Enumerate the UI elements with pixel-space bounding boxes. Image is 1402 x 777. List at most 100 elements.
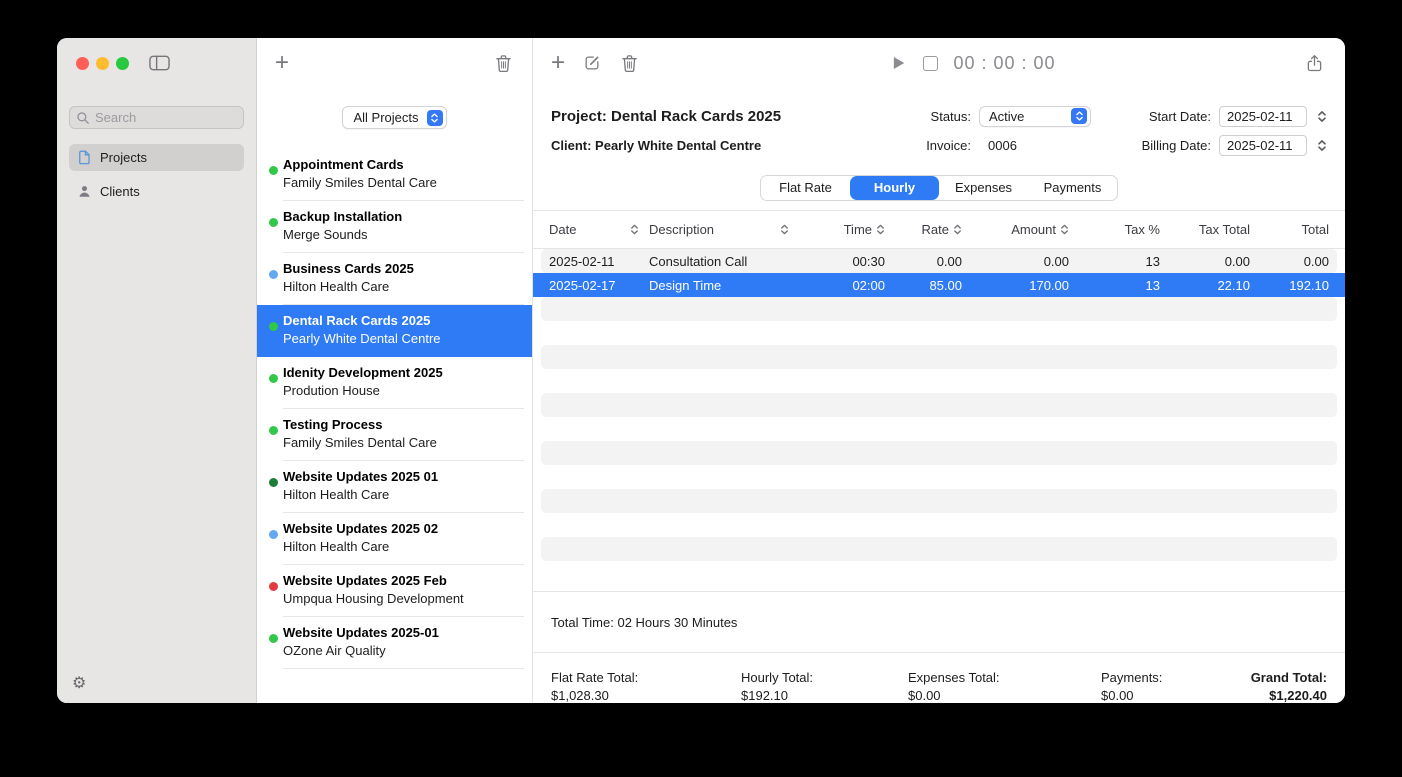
status-label: Status: xyxy=(931,109,971,124)
billing-date-input[interactable]: 2025-02-11 xyxy=(1219,135,1307,156)
project-list-item[interactable]: Testing Process Family Smiles Dental Car… xyxy=(257,409,532,461)
detail-toolbar: + 00 : 00 : 00 xyxy=(533,38,1345,88)
person-icon xyxy=(77,184,92,199)
project-status-dot xyxy=(269,374,278,383)
edit-entry-button[interactable] xyxy=(582,53,602,73)
column-label: Time xyxy=(844,222,872,237)
empty-row xyxy=(541,417,1337,441)
project-title: Project: Dental Rack Cards 2025 xyxy=(551,101,877,131)
cell-tax-total: 22.10 xyxy=(1160,278,1250,293)
popup-stepper-icon xyxy=(1071,108,1087,124)
cell-total: 0.00 xyxy=(1250,254,1329,269)
column-label: Rate xyxy=(922,222,949,237)
tab-hourly[interactable]: Hourly xyxy=(850,176,939,200)
search-field[interactable] xyxy=(69,106,244,129)
column-header-tax-pct[interactable]: Tax % xyxy=(1069,222,1160,237)
project-name: Dental Rack Cards 2025 xyxy=(283,313,522,328)
project-list-item[interactable]: Website Updates 2025-01 OZone Air Qualit… xyxy=(257,617,532,669)
project-client: Pearly White Dental Centre xyxy=(283,331,522,346)
project-name: Website Updates 2025 01 xyxy=(283,469,522,484)
grand-total: Grand Total: $1,220.40 xyxy=(1251,670,1327,703)
project-list-item[interactable]: Idenity Development 2025 Prodution House xyxy=(257,357,532,409)
project-name: Website Updates 2025 02 xyxy=(283,521,522,536)
close-window-button[interactable] xyxy=(76,57,89,70)
hourly-total: Hourly Total: $192.10 xyxy=(741,670,908,703)
column-header-total[interactable]: Total xyxy=(1250,222,1329,237)
sort-icon xyxy=(630,223,639,236)
document-icon xyxy=(77,150,92,165)
cell-date: 2025-02-11 xyxy=(549,254,649,269)
project-status-dot xyxy=(269,270,278,279)
billing-date-stepper[interactable] xyxy=(1317,138,1327,153)
sort-icon xyxy=(780,223,789,236)
column-header-tax-total[interactable]: Tax Total xyxy=(1160,222,1250,237)
empty-row xyxy=(541,465,1337,489)
sidebar-item-label: Clients xyxy=(100,184,140,199)
billing-tabs-row: Flat Rate Hourly Expenses Payments xyxy=(533,165,1345,211)
project-list-item[interactable]: Appointment Cards Family Smiles Dental C… xyxy=(257,149,532,201)
sort-icon xyxy=(876,223,885,236)
empty-row xyxy=(541,513,1337,537)
totals-bar: Flat Rate Total: $1,028.30 Hourly Total:… xyxy=(533,652,1345,703)
column-label: Tax % xyxy=(1125,222,1160,237)
column-label: Date xyxy=(549,222,576,237)
total-time-text: Total Time: 02 Hours 30 Minutes xyxy=(551,615,737,630)
column-label: Tax Total xyxy=(1199,222,1250,237)
search-icon xyxy=(76,111,90,125)
project-client: Umpqua Housing Development xyxy=(283,591,522,606)
project-list-item-selected[interactable]: Dental Rack Cards 2025 Pearly White Dent… xyxy=(257,305,532,357)
payments-total: Payments: $0.00 xyxy=(1101,670,1251,703)
column-header-date[interactable]: Date xyxy=(549,222,649,237)
tab-payments[interactable]: Payments xyxy=(1028,176,1117,200)
status-select[interactable]: Active xyxy=(979,106,1091,127)
sidebar-item-label: Projects xyxy=(100,150,147,165)
project-client: Family Smiles Dental Care xyxy=(283,175,522,190)
project-name: Appointment Cards xyxy=(283,157,522,172)
cell-rate: 0.00 xyxy=(885,254,962,269)
add-project-button[interactable]: + xyxy=(275,51,289,75)
project-list-item[interactable]: Business Cards 2025 Hilton Health Care xyxy=(257,253,532,305)
project-filter-select[interactable]: All Projects xyxy=(342,106,446,129)
cell-tax-pct: 13 xyxy=(1069,278,1160,293)
project-name: Website Updates 2025 Feb xyxy=(283,573,522,588)
sidebar: Projects Clients ⚙ xyxy=(57,38,257,703)
tab-flat-rate[interactable]: Flat Rate xyxy=(761,176,850,200)
sort-icon xyxy=(953,223,962,236)
project-list-item[interactable]: Backup Installation Merge Sounds xyxy=(257,201,532,253)
column-header-rate[interactable]: Rate xyxy=(885,222,962,237)
column-header-amount[interactable]: Amount xyxy=(962,222,1069,237)
project-detail-panel: + 00 : 00 : 00 Project: Dental Rack Card… xyxy=(533,38,1345,703)
stop-timer-checkbox[interactable] xyxy=(923,56,938,71)
project-list-item[interactable]: Website Updates 2025 01 Hilton Health Ca… xyxy=(257,461,532,513)
sidebar-item-clients[interactable]: Clients xyxy=(69,178,244,205)
add-entry-button[interactable]: + xyxy=(551,51,565,75)
tab-expenses[interactable]: Expenses xyxy=(939,176,1028,200)
play-timer-button[interactable] xyxy=(888,53,908,73)
project-list-item[interactable]: Website Updates 2025 Feb Umpqua Housing … xyxy=(257,565,532,617)
cell-description: Consultation Call xyxy=(649,254,799,269)
project-list-panel: + All Projects Appointment Cards Family … xyxy=(257,38,533,703)
sidebar-toggle-icon[interactable] xyxy=(149,55,170,71)
delete-entry-button[interactable] xyxy=(619,53,640,74)
delete-project-button[interactable] xyxy=(493,53,514,74)
empty-row xyxy=(541,441,1337,465)
invoice-label: Invoice: xyxy=(926,138,971,153)
sort-icon xyxy=(1060,223,1069,236)
project-list-item[interactable]: Website Updates 2025 02 Hilton Health Ca… xyxy=(257,513,532,565)
table-row[interactable]: 2025-02-11 Consultation Call 00:30 0.00 … xyxy=(541,249,1337,273)
table-row-selected[interactable]: 2025-02-17 Design Time 02:00 85.00 170.0… xyxy=(533,273,1345,297)
table-header: Date Description Time Rate Amount Tax % xyxy=(533,211,1345,249)
sidebar-item-projects[interactable]: Projects xyxy=(69,144,244,171)
minimize-window-button[interactable] xyxy=(96,57,109,70)
share-button[interactable] xyxy=(1304,53,1325,74)
zoom-window-button[interactable] xyxy=(116,57,129,70)
project-client: Prodution House xyxy=(283,383,522,398)
column-header-description[interactable]: Description xyxy=(649,222,799,237)
start-date-stepper[interactable] xyxy=(1317,109,1327,124)
settings-gear-icon[interactable]: ⚙ xyxy=(72,676,86,692)
start-date-input[interactable]: 2025-02-11 xyxy=(1219,106,1307,127)
app-window: Projects Clients ⚙ + All Projects Appoin… xyxy=(57,38,1345,703)
column-header-time[interactable]: Time xyxy=(799,222,885,237)
project-name: Testing Process xyxy=(283,417,522,432)
search-input[interactable] xyxy=(95,110,237,125)
